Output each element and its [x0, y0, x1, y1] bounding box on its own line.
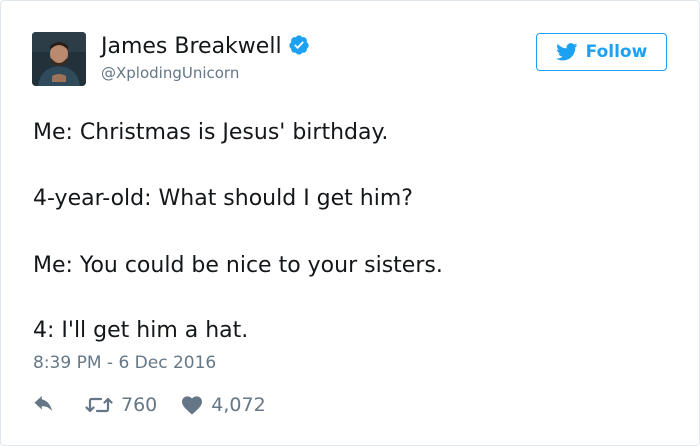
tweet-text-line-4: 4: I'll get him a hat.: [33, 318, 249, 343]
author-display-name[interactable]: James Breakwell: [101, 33, 310, 61]
tweet-text-line-3: Me: You could be nice to your sisters.: [33, 253, 443, 278]
reply-button[interactable]: [33, 396, 55, 414]
retweet-icon: [85, 396, 113, 414]
like-button[interactable]: 4,072: [181, 394, 266, 416]
heart-icon: [181, 395, 203, 415]
tweet-text-line-1: Me: Christmas is Jesus' birthday.: [33, 120, 389, 145]
author-handle[interactable]: @XplodingUnicorn: [101, 63, 239, 83]
tweet-text-line-2: 4-year-old: What should I get him?: [33, 186, 413, 211]
avatar[interactable]: [32, 32, 86, 86]
follow-button[interactable]: Follow: [536, 33, 667, 71]
like-count: 4,072: [211, 394, 266, 416]
follow-button-label: Follow: [585, 42, 648, 62]
tweet-card: James Breakwell @XplodingUnicorn Follow …: [0, 0, 700, 446]
avatar-photo-icon: [32, 32, 86, 86]
retweet-count: 760: [121, 394, 158, 416]
verified-badge-icon: [288, 34, 310, 56]
retweet-button[interactable]: 760: [85, 394, 157, 416]
twitter-bird-icon: [555, 43, 578, 61]
tweet-actions: 760 4,072: [33, 390, 266, 420]
author-name-text: James Breakwell: [101, 34, 282, 59]
reply-icon: [33, 396, 55, 414]
tweet-timestamp[interactable]: 8:39 PM - 6 Dec 2016: [33, 351, 216, 375]
